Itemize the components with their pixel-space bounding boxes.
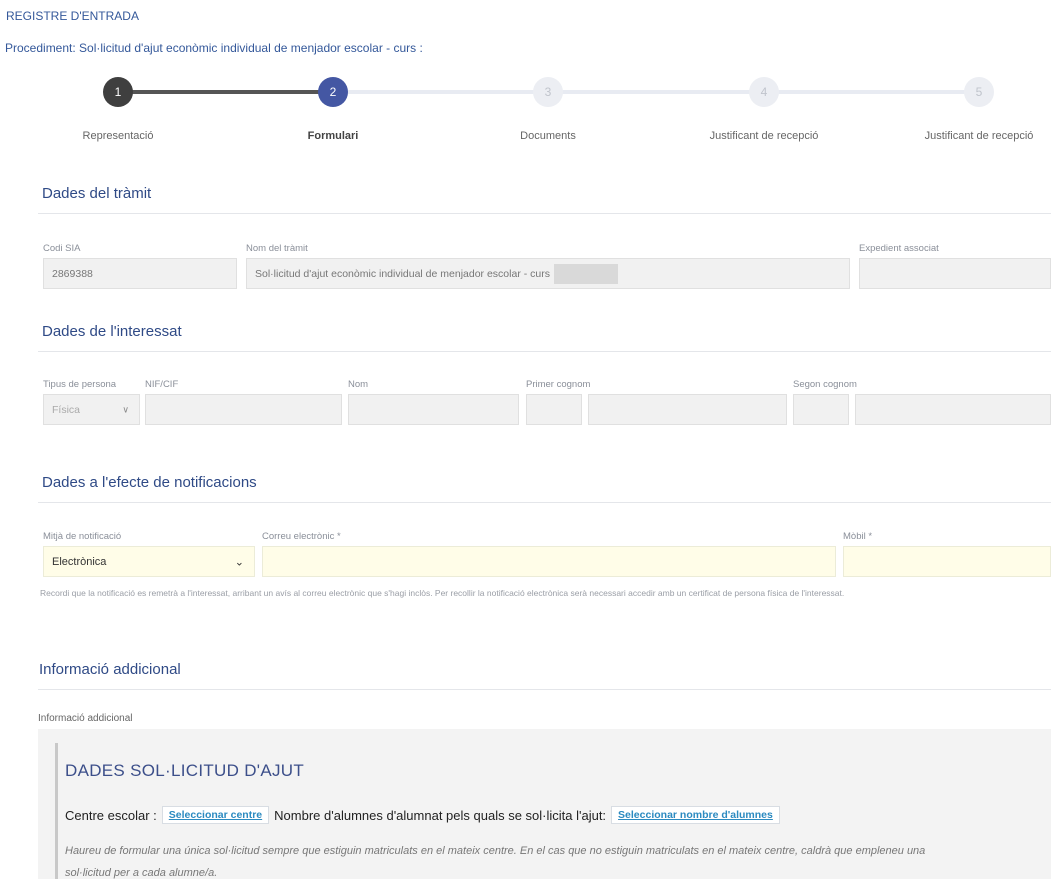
nif-field: [145, 394, 342, 425]
correu-label: Correu electrònic *: [262, 531, 341, 542]
step-3-circle: 3: [533, 77, 563, 107]
section-divider: [38, 213, 1051, 214]
primer-cognom-label: Primer cognom: [526, 379, 591, 390]
expedient-label: Expedient associat: [859, 243, 939, 254]
section-title-interessat: Dades de l'interessat: [42, 323, 182, 340]
mobil-label: Mòbil *: [843, 531, 873, 542]
step-1-label: Representació: [82, 130, 154, 142]
section-divider: [38, 689, 1051, 690]
tipus-persona-select: Física ∨: [43, 394, 140, 425]
step-5-label: Justificant de recepció: [924, 130, 1034, 142]
alumnes-label: Nombre d'alumnes d'alumnat pels quals se…: [274, 807, 607, 823]
centre-label: Centre escolar :: [65, 807, 157, 823]
mitja-notificacio-label: Mitjà de notificació: [43, 531, 122, 542]
step-4-label: Justificant de recepció: [709, 130, 819, 142]
procedure-title: Procediment: Sol·licitud d'ajut econòmic…: [5, 41, 423, 55]
step-3-label: Documents: [520, 130, 576, 142]
nom-field: [348, 394, 519, 425]
codi-sia-field: 2869388: [43, 258, 237, 289]
tipus-persona-label: Tipus de persona: [43, 379, 117, 390]
page-title: REGISTRE D'ENTRADA: [6, 9, 139, 23]
nom-tramit-value: Sol·licitud d'ajut econòmic individual d…: [255, 267, 550, 280]
notification-hint: Recordi que la notificació es remetrà a …: [40, 588, 845, 598]
redacted-block: [553, 263, 618, 284]
panel-quote-bar: [55, 743, 58, 879]
mobil-input[interactable]: [843, 546, 1051, 577]
nom-tramit-label: Nom del tràmit: [246, 243, 308, 254]
primer-cognom-field: [588, 394, 787, 425]
panel-note-line-2: sol·licitud per a cada alumne/a.: [65, 867, 218, 879]
stepper-track-rest: [333, 90, 979, 94]
centre-row: Centre escolar : Seleccionar centre Nomb…: [65, 806, 785, 824]
codi-sia-label: Codi SIA: [43, 243, 81, 254]
segon-cognom-field: [855, 394, 1051, 425]
mitja-notificacio-select[interactable]: Electrònica ⌄: [43, 546, 255, 577]
segon-cognom-particle-field: [793, 394, 849, 425]
mitja-notificacio-value: Electrònica: [52, 555, 107, 568]
panel-note: Haureu de formular una única sol·licitud…: [65, 840, 1040, 884]
informacio-addicional-label: Informació addicional: [38, 713, 133, 724]
correu-input[interactable]: [262, 546, 836, 577]
tipus-persona-value: Física: [52, 403, 81, 416]
panel-title: DADES SOL·LICITUD D'AJUT: [65, 761, 305, 780]
section-title-tramit: Dades del tràmit: [42, 185, 152, 202]
section-divider: [38, 351, 1051, 352]
expedient-field: [859, 258, 1051, 289]
section-title-addicional: Informació addicional: [39, 661, 181, 678]
stepper-track-1: [118, 90, 333, 94]
section-divider: [38, 502, 1051, 503]
segon-cognom-label: Segon cognom: [793, 379, 857, 390]
nom-tramit-field: Sol·licitud d'ajut econòmic individual d…: [246, 258, 850, 289]
section-title-notificacions: Dades a l'efecte de notificacions: [42, 474, 257, 491]
chevron-down-icon: ∨: [122, 404, 129, 414]
step-2-label: Formulari: [307, 130, 359, 142]
select-alumnes-link[interactable]: Seleccionar nombre d'alumnes: [611, 806, 780, 824]
step-2-circle[interactable]: 2: [318, 77, 348, 107]
step-4-circle: 4: [749, 77, 779, 107]
nif-label: NIF/CIF: [145, 379, 179, 390]
codi-sia-value: 2869388: [52, 267, 93, 280]
nom-label: Nom: [348, 379, 369, 390]
panel-note-line-1: Haureu de formular una única sol·licitud…: [65, 845, 926, 857]
step-5-circle: 5: [964, 77, 994, 107]
chevron-down-icon: ⌄: [234, 556, 244, 568]
step-1-circle[interactable]: 1: [103, 77, 133, 107]
primer-cognom-particle-field: [526, 394, 582, 425]
select-centre-link[interactable]: Seleccionar centre: [161, 806, 270, 824]
